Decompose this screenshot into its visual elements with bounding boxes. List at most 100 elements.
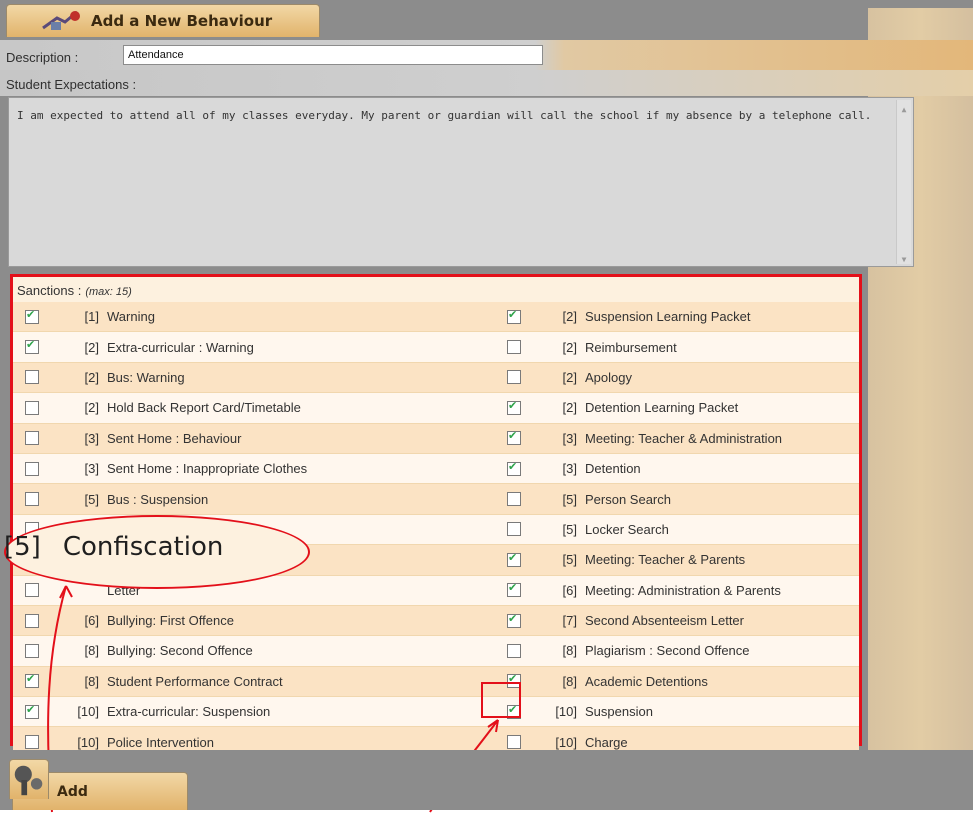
sanctions-title: Sanctions : (max: 15) bbox=[17, 283, 132, 298]
sanction-checkbox[interactable] bbox=[25, 370, 39, 385]
sanction-checkbox[interactable] bbox=[25, 703, 39, 719]
sanction-row[interactable]: [3] Detention bbox=[479, 453, 859, 485]
sanction-row[interactable]: [2] Bus: Warning bbox=[13, 362, 479, 394]
sanction-checkbox[interactable] bbox=[507, 643, 521, 658]
sanctions-right-column: [2] Suspension Learning Packet [2] Reimburs… bbox=[479, 302, 859, 758]
scroll-down-icon[interactable]: ▼ bbox=[899, 252, 909, 264]
sanction-points: [5] bbox=[562, 552, 577, 568]
sanction-row[interactable]: [1] Warning bbox=[13, 302, 479, 333]
sanction-label: Detention bbox=[585, 461, 641, 477]
sanctions-label: Sanctions : bbox=[17, 283, 82, 298]
scroll-up-icon[interactable]: ▲ bbox=[899, 102, 909, 114]
sanction-checkbox[interactable] bbox=[507, 460, 521, 476]
sanction-points: [3] bbox=[84, 461, 99, 477]
sanction-label: Bullying: First Offence bbox=[107, 613, 234, 629]
sanction-checkbox[interactable] bbox=[507, 492, 521, 507]
sanction-row[interactable]: [8] Bullying: Second Offence bbox=[13, 636, 479, 667]
sanction-checkbox[interactable] bbox=[25, 431, 39, 446]
sanction-checkbox[interactable] bbox=[507, 551, 521, 567]
add-button-label: Add bbox=[57, 783, 88, 800]
sanction-label: Reimbursement bbox=[585, 339, 677, 355]
sanction-checkbox[interactable] bbox=[25, 643, 39, 658]
sanction-label: Sent Home : Behaviour bbox=[107, 430, 242, 446]
sanction-row[interactable]: [2] Extra-curricular : Warning bbox=[13, 332, 479, 363]
sanction-points: [8] bbox=[84, 643, 99, 659]
sanction-row[interactable]: [8] Student Performance Contract bbox=[13, 666, 479, 698]
sanction-row[interactable]: [6] Meeting: Administration & Parents bbox=[479, 575, 859, 606]
sanction-row[interactable]: [3] Sent Home : Inappropriate Clothes bbox=[13, 453, 479, 485]
sanction-row[interactable]: [3] Meeting: Teacher & Administration bbox=[479, 423, 859, 454]
sanction-row[interactable]: [5] Bus : Suspension bbox=[13, 484, 479, 515]
sanction-row[interactable]: [6] Bullying: First Offence bbox=[13, 605, 479, 637]
sanction-checkbox[interactable] bbox=[507, 370, 521, 385]
sanction-points: [5] bbox=[562, 521, 577, 537]
sanction-row[interactable]: [10] Extra-curricular: Suspension bbox=[13, 697, 479, 728]
sanction-checkbox[interactable] bbox=[507, 308, 521, 324]
description-input[interactable]: Attendance bbox=[123, 45, 543, 65]
sanction-points: [5] bbox=[562, 491, 577, 507]
sanction-row[interactable]: [5] Person Search bbox=[479, 484, 859, 515]
sanction-label: Hold Back Report Card/Timetable bbox=[107, 400, 301, 416]
sanction-points: [10] bbox=[77, 734, 99, 750]
sanction-points: [6] bbox=[84, 613, 99, 629]
sanction-row[interactable]: [10] Suspension bbox=[479, 697, 859, 728]
sanction-row[interactable]: [5] Locker Search bbox=[479, 514, 859, 546]
sanction-checkbox[interactable] bbox=[507, 581, 521, 598]
sanction-label: Bullying: Second Offence bbox=[107, 643, 253, 659]
sanction-points: [2] bbox=[84, 339, 99, 355]
sanction-points: [8] bbox=[562, 643, 577, 659]
sanction-checkbox[interactable] bbox=[25, 735, 39, 750]
sanction-label: Plagiarism : Second Offence bbox=[585, 643, 750, 659]
add-button[interactable]: Add bbox=[9, 759, 188, 810]
expectations-row bbox=[0, 70, 973, 96]
sanction-label: Sent Home : Inappropriate Clothes bbox=[107, 461, 308, 477]
sanction-row[interactable]: [2] Apology bbox=[479, 362, 859, 394]
expectations-text: I am expected to attend all of my classe… bbox=[17, 109, 872, 122]
sanction-row[interactable]: [5] Meeting: Teacher & Parents bbox=[479, 545, 859, 576]
sanction-points: [3] bbox=[562, 461, 577, 477]
sanction-row[interactable]: [2] Hold Back Report Card/Timetable bbox=[13, 393, 479, 424]
sanction-label: Bus: Warning bbox=[107, 369, 185, 385]
sanction-checkbox[interactable] bbox=[507, 340, 521, 355]
sanction-row[interactable]: [8] Academic Detentions bbox=[479, 666, 859, 698]
add-behaviour-tab[interactable]: Add a New Behaviour bbox=[6, 4, 320, 37]
sanction-points: [2] bbox=[562, 369, 577, 385]
sanction-points: [2] bbox=[562, 309, 577, 325]
sanction-label: Warning bbox=[107, 309, 155, 325]
sanction-row[interactable]: [2] Detention Learning Packet bbox=[479, 393, 859, 424]
tab-title: Add a New Behaviour bbox=[91, 12, 273, 30]
sanction-checkbox[interactable] bbox=[25, 461, 39, 476]
sanctions-panel: Sanctions :(max: 15) [1] Warning [2] Extra-… bbox=[10, 274, 862, 758]
sanction-row[interactable]: [7] Second Absenteeism Letter bbox=[479, 605, 859, 637]
behaviour-tools-icon bbox=[37, 8, 91, 34]
sanction-label: Student Performance Contract bbox=[107, 673, 283, 689]
expectations-textarea[interactable]: I am expected to attend all of my classe… bbox=[8, 97, 914, 267]
expectations-scrollbar[interactable]: ▲ ▼ bbox=[896, 100, 911, 264]
sanction-checkbox[interactable] bbox=[507, 429, 521, 446]
sanction-checkbox[interactable] bbox=[25, 308, 39, 324]
sanction-checkbox[interactable] bbox=[507, 735, 521, 750]
sanction-checkbox[interactable] bbox=[25, 492, 39, 507]
sanction-label: Apology bbox=[585, 369, 632, 385]
sanction-checkbox[interactable] bbox=[507, 612, 521, 628]
sanction-row[interactable]: [8] Plagiarism : Second Offence bbox=[479, 636, 859, 667]
sanction-label: Extra-curricular : Warning bbox=[107, 339, 254, 355]
description-label: Description : bbox=[6, 50, 79, 65]
sanction-checkbox[interactable] bbox=[25, 613, 39, 628]
sanction-row[interactable]: [2] Reimbursement bbox=[479, 332, 859, 363]
sanction-row[interactable]: [2] Suspension Learning Packet bbox=[479, 302, 859, 333]
callout-label: Confiscation bbox=[62, 532, 224, 562]
sanction-checkbox[interactable] bbox=[25, 338, 39, 355]
sanction-checkbox[interactable] bbox=[507, 522, 521, 537]
sanction-points: [8] bbox=[84, 673, 99, 689]
sanction-points: [2] bbox=[562, 339, 577, 355]
sanction-points: [10] bbox=[555, 704, 577, 720]
sanction-checkbox[interactable] bbox=[25, 672, 39, 689]
sanction-checkbox[interactable] bbox=[25, 583, 39, 598]
sanction-label: Person Search bbox=[585, 491, 671, 507]
sanction-checkbox[interactable] bbox=[25, 400, 39, 415]
callout-points: [5] bbox=[4, 532, 41, 562]
sanction-checkbox[interactable] bbox=[507, 399, 521, 415]
sanction-row[interactable]: [3] Sent Home : Behaviour bbox=[13, 423, 479, 454]
sanction-points: [10] bbox=[77, 704, 99, 720]
